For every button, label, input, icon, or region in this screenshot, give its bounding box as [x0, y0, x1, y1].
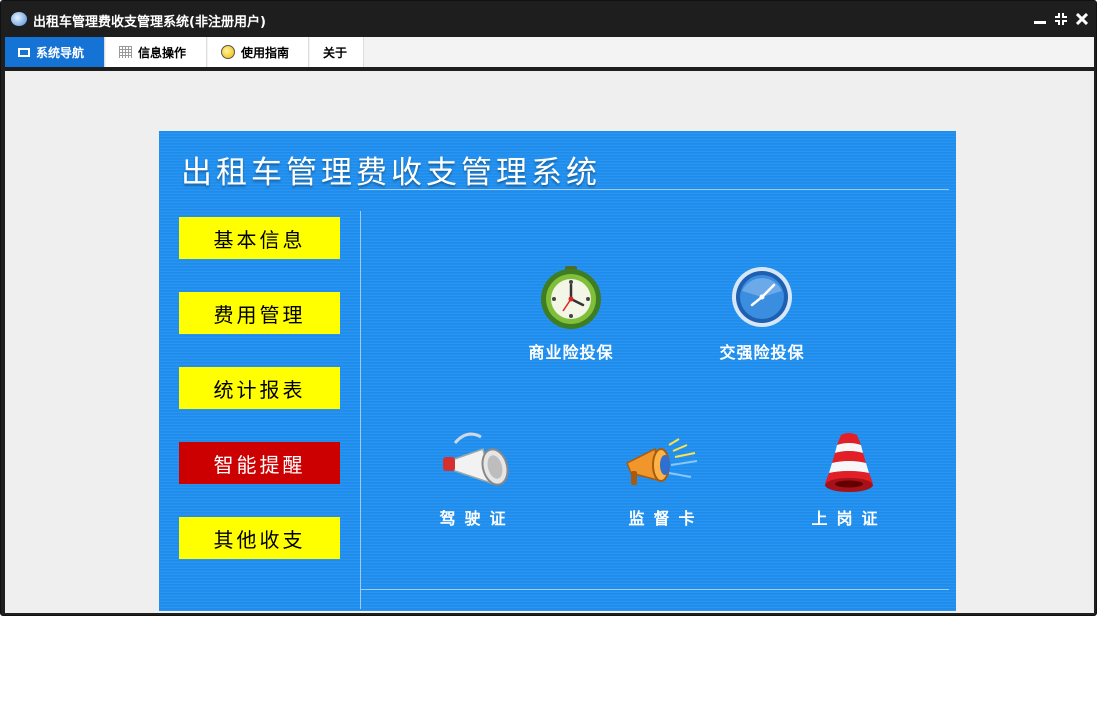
fee-management-button[interactable]: 费用管理 [179, 292, 340, 334]
tab-system-navigation[interactable]: 系统导航 [5, 37, 105, 67]
tab-label: 系统导航 [36, 45, 85, 60]
compulsory-insurance-button[interactable]: 交强险投保 [712, 265, 812, 363]
window-title: 出租车管理费收支管理系统(非注册用户) [33, 15, 266, 30]
close-button[interactable] [1072, 9, 1092, 29]
lightbulb-icon [221, 45, 235, 59]
feature-label: 驾驶证 [439, 509, 515, 528]
app-logo-icon [11, 12, 27, 26]
divider-vertical [360, 211, 361, 609]
restore-icon [1055, 13, 1067, 25]
tab-user-guide[interactable]: 使用指南 [208, 37, 309, 67]
green-clock-icon [541, 266, 601, 329]
feature-label: 监督卡 [628, 509, 704, 528]
megaphone-icon [443, 432, 509, 486]
tab-label: 使用指南 [241, 45, 290, 60]
statistics-report-button[interactable]: 统计报表 [179, 367, 340, 409]
smart-reminder-button[interactable]: 智能提醒 [179, 442, 340, 484]
feature-label: 上岗证 [811, 509, 887, 528]
panel-title: 出租车管理费收支管理系统 [181, 155, 601, 191]
grid-icon [119, 46, 132, 58]
tab-about[interactable]: 关于 [310, 37, 364, 67]
divider-bottom [361, 589, 949, 590]
restore-button[interactable] [1051, 9, 1071, 29]
commercial-insurance-button[interactable]: 商业险投保 [521, 265, 621, 363]
driver-license-button[interactable]: 驾驶证 [437, 431, 517, 529]
blue-clock-icon [732, 267, 792, 327]
navigation-panel: 出租车管理费收支管理系统 基本信息 费用管理 统计报表 智能提醒 其他收支 商业… [159, 131, 956, 611]
feature-label: 交强险投保 [719, 343, 805, 362]
other-income-expense-button[interactable]: 其他收支 [179, 517, 340, 559]
main-content: 出租车管理费收支管理系统 基本信息 费用管理 统计报表 智能提醒 其他收支 商业… [5, 71, 1094, 613]
tab-info-operations[interactable]: 信息操作 [106, 37, 207, 67]
tab-label: 信息操作 [138, 45, 187, 60]
monitor-icon [18, 47, 30, 57]
menu-bar: 系统导航 信息操作 使用指南 关于 [5, 37, 1094, 71]
close-icon [1075, 12, 1089, 26]
tab-label: 关于 [323, 45, 348, 60]
basic-info-button[interactable]: 基本信息 [179, 217, 340, 259]
job-certificate-button[interactable]: 上岗证 [809, 431, 889, 529]
alarm-bell-icon [825, 433, 873, 492]
minimize-button[interactable] [1030, 9, 1050, 29]
loudspeaker-icon [626, 438, 698, 485]
title-bar[interactable]: 出租车管理费收支管理系统(非注册用户) [1, 1, 1096, 37]
supervision-card-button[interactable]: 监督卡 [621, 431, 711, 529]
minimize-icon [1034, 21, 1046, 24]
divider-top [359, 189, 949, 190]
feature-label: 商业险投保 [528, 343, 614, 362]
app-window: 出租车管理费收支管理系统(非注册用户) 系统导航 信息操作 使用指南 关于 出租… [0, 0, 1097, 616]
